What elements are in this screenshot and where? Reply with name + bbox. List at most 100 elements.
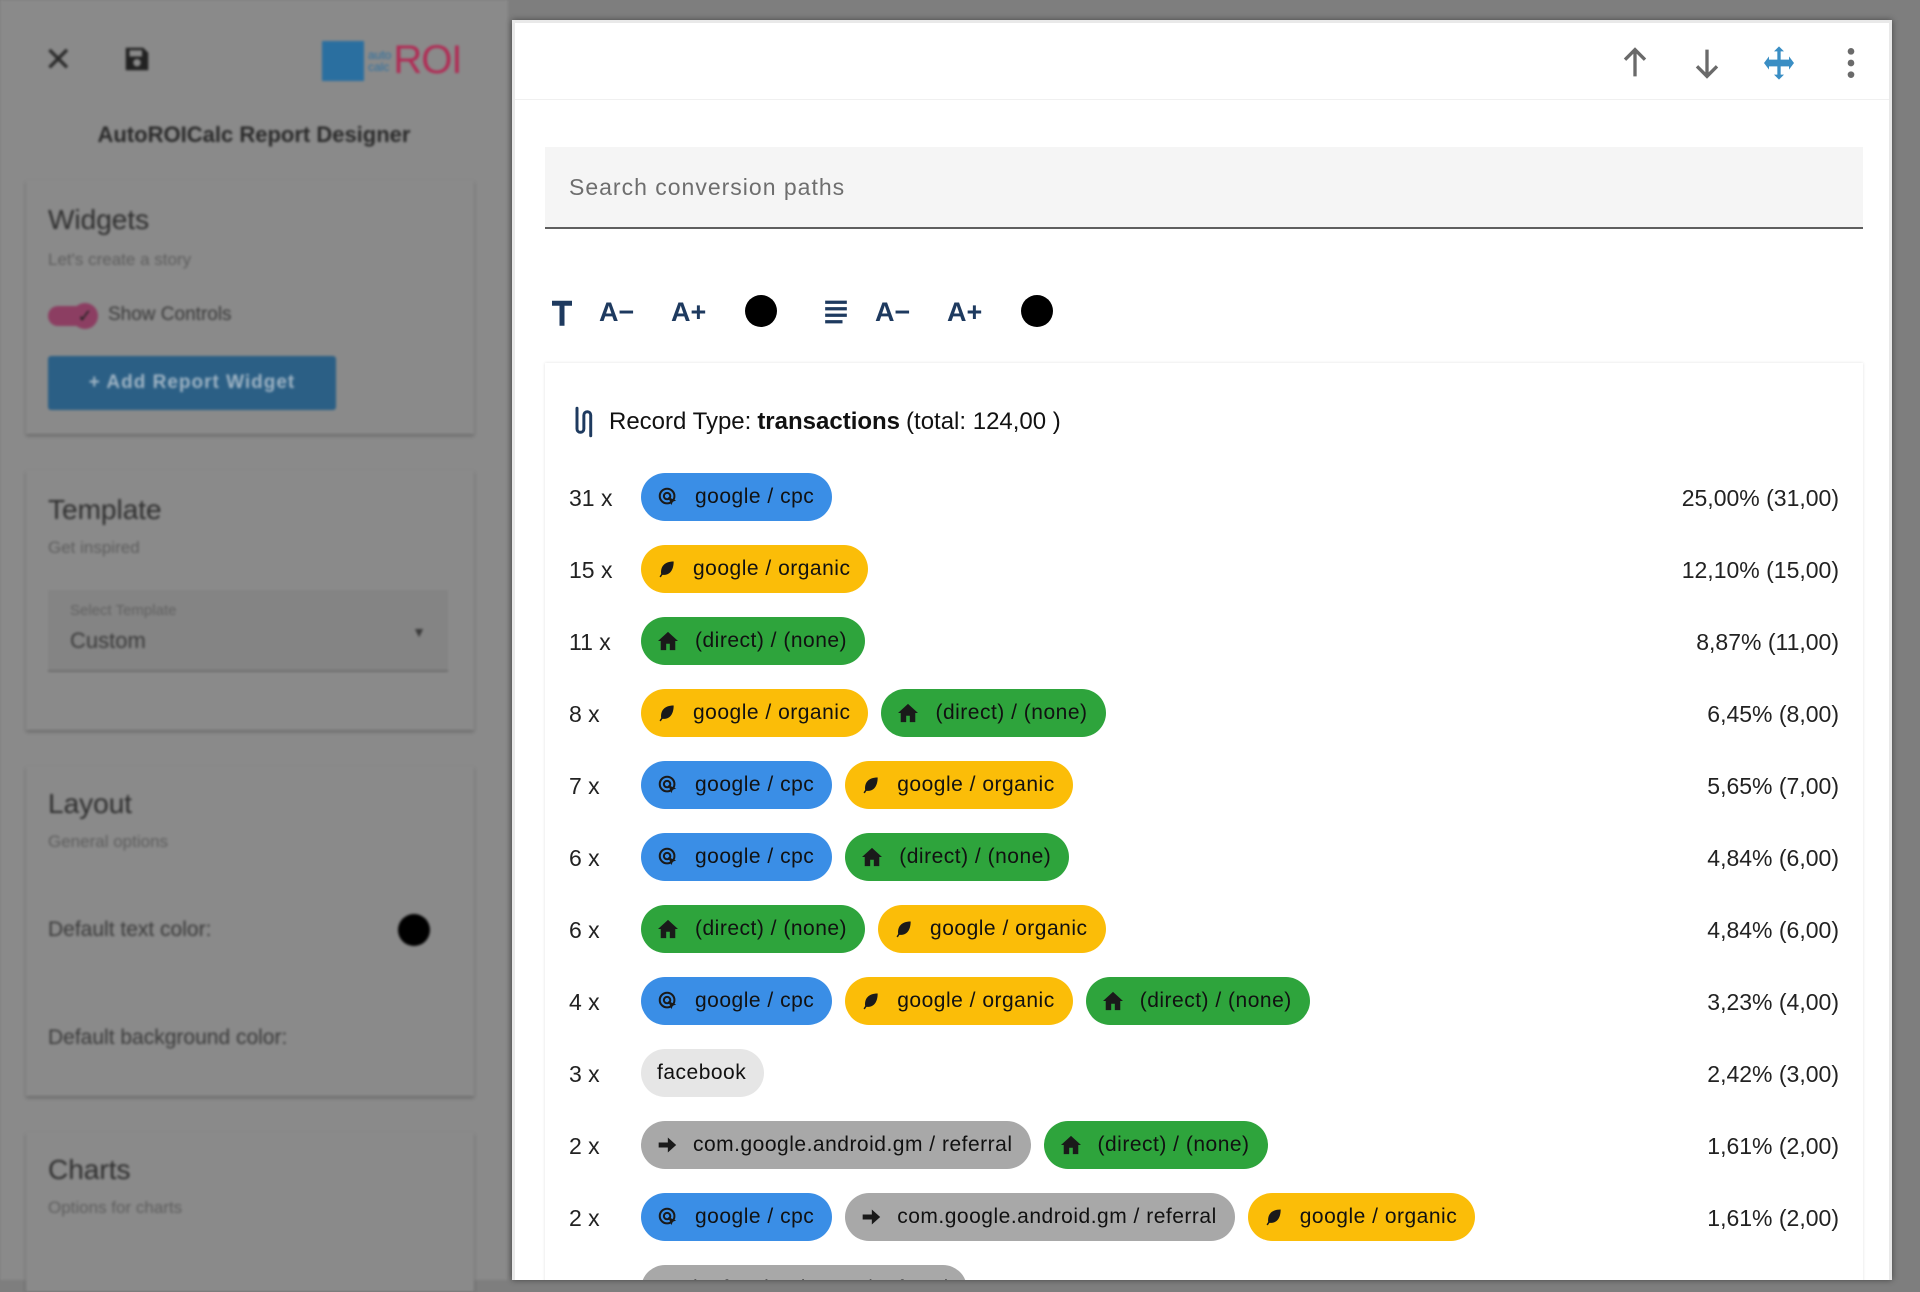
title-text-icon[interactable] — [549, 297, 575, 327]
designer-panel: ✕ auto calc ROI AutoROICalc Report Desig… — [0, 0, 508, 1292]
channel-chip-cpc[interactable]: google / cpc — [641, 1193, 833, 1241]
channel-chip-direct[interactable]: (direct) / (none) — [881, 689, 1106, 737]
save-icon[interactable] — [122, 44, 152, 74]
channel-chip-label: google / organic — [930, 917, 1088, 940]
more-vert-icon[interactable] — [1831, 43, 1871, 83]
path-count: 11 x — [569, 629, 611, 655]
search-field[interactable] — [545, 147, 1863, 229]
channel-chip-label: google / cpc — [695, 1205, 815, 1228]
layout-subtitle: General options — [48, 832, 169, 851]
title-color-swatch[interactable] — [745, 295, 777, 327]
channel-chip-organic[interactable]: google / organic — [878, 905, 1106, 953]
channel-chip-label: google / cpc — [695, 773, 815, 796]
body-increase-font-button[interactable]: A+ — [947, 287, 982, 337]
channel-chip-label: facebook — [657, 1061, 747, 1084]
path-row: 15 x google / organic 12,10% (15,00) — [545, 545, 1863, 601]
path-count: 2 x — [569, 1133, 600, 1159]
show-controls-label: Show Controls — [108, 304, 232, 325]
channel-chip-label: google / cpc — [695, 989, 815, 1012]
channel-chip-direct[interactable]: (direct) / (none) — [641, 905, 866, 953]
path-count: 4 x — [569, 989, 600, 1015]
path-row: 11 x (direct) / (none) 8,87% (11,00) — [545, 617, 1863, 673]
channel-chip-organic[interactable]: google / organic — [641, 689, 869, 737]
channel-chip-referral[interactable]: com.google.android.gm / referral — [641, 1121, 1031, 1169]
channel-chip-facebook[interactable]: facebook — [641, 1049, 765, 1097]
path-chips: google / cpc (direct) / (none) — [641, 833, 1070, 881]
channel-chip-label: com.google.android.gm / referral — [897, 1205, 1217, 1228]
path-row: 8 x google / organic (direct) / (none) 6,45… — [545, 689, 1863, 745]
move-icon[interactable] — [1759, 43, 1799, 83]
path-row: 6 x (direct) / (none) google / organic 4,84… — [545, 905, 1863, 961]
channel-chip-direct[interactable]: (direct) / (none) — [1043, 1121, 1268, 1169]
logo-small-top: auto — [368, 47, 392, 62]
template-select-label: Select Template — [70, 602, 177, 619]
ad-click-icon — [658, 991, 677, 1010]
channel-chip-organic[interactable]: google / organic — [845, 761, 1073, 809]
home-icon — [1102, 991, 1123, 1011]
path-row: 6 x google / cpc (direct) / (none) 4,84% (6… — [545, 833, 1863, 889]
path-row: 31 x google / cpc 25,00% (31,00) — [545, 473, 1863, 529]
path-count: 15 x — [569, 557, 613, 583]
channel-chip-organic[interactable]: google / organic — [845, 977, 1073, 1025]
path-share: 3,23% (4,00) — [1707, 989, 1839, 1015]
path-share: 4,84% (6,00) — [1707, 917, 1839, 943]
default-text-color-swatch[interactable] — [398, 914, 430, 946]
channel-chip-direct[interactable]: (direct) / (none) — [641, 617, 866, 665]
close-icon[interactable]: ✕ — [44, 40, 73, 80]
channel-chip-direct[interactable]: (direct) / (none) — [1085, 977, 1310, 1025]
path-row: 4 x google / cpc google / organic (direct) … — [545, 977, 1863, 1033]
paragraph-text-icon[interactable] — [823, 299, 849, 325]
channel-chip-cpc[interactable]: google / cpc — [641, 473, 833, 521]
title-increase-font-button[interactable]: A+ — [671, 287, 706, 337]
template-select[interactable]: Select Template Custom ▼ — [48, 590, 448, 672]
channel-chip-label: google / organic — [897, 773, 1055, 796]
charts-card: Charts Options for charts — [26, 1132, 474, 1292]
paths-card: Record Type: transactions (total: 124,00… — [545, 363, 1863, 1280]
template-heading: Template — [48, 494, 162, 525]
ad-click-icon — [658, 1207, 677, 1226]
record-type-heading: Record Type: transactions (total: 124,00… — [571, 405, 1061, 439]
leaf-icon — [1266, 1209, 1281, 1226]
body-color-swatch[interactable] — [1021, 295, 1053, 327]
show-controls-toggle[interactable]: ✓ — [48, 303, 98, 329]
channel-chip-cpc[interactable]: google / cpc — [641, 761, 833, 809]
path-chips: facebook — [641, 1049, 765, 1097]
designer-header: ✕ auto calc ROI — [0, 0, 508, 110]
path-chips: google / organic (direct) / (none) — [641, 689, 1106, 737]
channel-chip-cpc[interactable]: google / cpc — [641, 977, 833, 1025]
channel-chip-referral[interactable]: lm.facebook.com / referral — [641, 1265, 967, 1280]
channel-chip-organic[interactable]: google / organic — [1247, 1193, 1476, 1241]
add-report-widget-button[interactable]: + Add Report Widget — [48, 356, 336, 410]
title-decrease-font-button[interactable]: A− — [599, 287, 634, 337]
search-input[interactable] — [545, 147, 1863, 227]
channel-chip-label: (direct) / (none) — [935, 701, 1088, 724]
body-decrease-font-button[interactable]: A− — [875, 287, 910, 337]
widgets-subtitle: Let's create a story — [48, 250, 192, 269]
channel-chip-cpc[interactable]: google / cpc — [641, 833, 833, 881]
app-logo: auto calc ROI — [322, 38, 462, 83]
logo-mark-icon — [322, 40, 364, 81]
channel-chip-direct[interactable]: (direct) / (none) — [845, 833, 1070, 881]
caret-down-icon: ▼ — [412, 624, 426, 640]
home-icon — [1060, 1135, 1081, 1155]
channel-chip-label: (direct) / (none) — [695, 917, 848, 940]
channel-chip-label: google / cpc — [695, 845, 815, 868]
route-icon — [575, 406, 593, 438]
path-share: 25,00% (31,00) — [1681, 485, 1839, 511]
path-row: 2 x com.google.android.gm / referral (dire… — [545, 1121, 1863, 1177]
path-chips: google / organic — [641, 545, 869, 593]
record-type-total: (total: 124,00 ) — [906, 408, 1061, 435]
arrow-down-icon[interactable] — [1687, 43, 1727, 83]
home-icon — [898, 703, 919, 723]
arrow-right-icon — [658, 1137, 677, 1153]
path-chips: google / cpc — [641, 473, 833, 521]
arrow-up-icon[interactable] — [1615, 43, 1655, 83]
channel-chip-label: (direct) / (none) — [695, 629, 848, 652]
path-share: 5,65% (7,00) — [1707, 773, 1839, 799]
channel-chip-organic[interactable]: google / organic — [641, 545, 869, 593]
path-row: 2 xlm.facebook.com / referral1,61% (2,00… — [545, 1265, 1863, 1280]
leaf-icon — [896, 921, 911, 938]
channel-chip-referral[interactable]: com.google.android.gm / referral — [845, 1193, 1235, 1241]
path-share: 8,87% (11,00) — [1696, 629, 1839, 655]
home-icon — [658, 631, 678, 651]
